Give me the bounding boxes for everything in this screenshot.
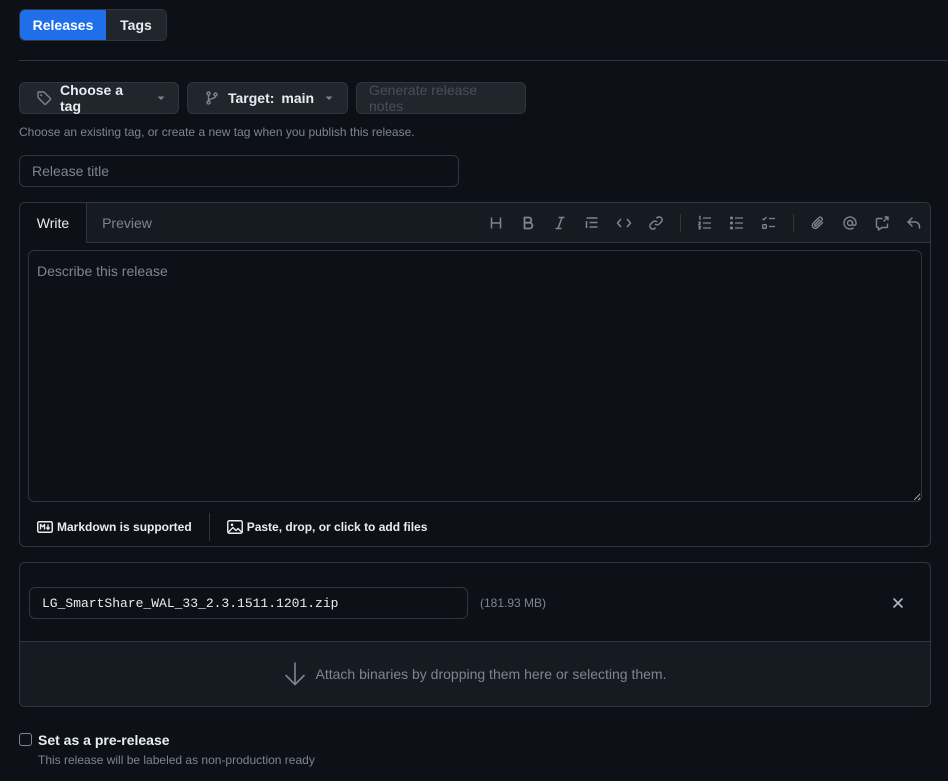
ordered-list-icon[interactable]	[689, 207, 721, 239]
attachment-size: (181.93 MB)	[480, 596, 547, 610]
link-icon[interactable]	[640, 207, 672, 239]
chevron-down-icon	[156, 93, 166, 103]
markdown-supported-link[interactable]: Markdown is supported	[37, 520, 192, 534]
release-title-input[interactable]	[19, 155, 459, 187]
release-description-textarea[interactable]	[28, 250, 922, 502]
editor-footer: Markdown is supported Paste, drop, or cl…	[20, 508, 930, 546]
task-list-icon[interactable]	[753, 207, 785, 239]
markdown-supported-label: Markdown is supported	[57, 520, 192, 534]
close-icon	[893, 598, 903, 608]
remove-attachment-button[interactable]	[886, 591, 910, 615]
add-files-button[interactable]: Paste, drop, or click to add files	[226, 520, 428, 534]
tab-tags[interactable]: Tags	[106, 10, 166, 40]
releases-tags-switch: Releases Tags	[19, 9, 167, 41]
bold-icon[interactable]	[512, 207, 544, 239]
reply-icon[interactable]	[898, 207, 930, 239]
tag-icon	[36, 90, 52, 106]
toolbar-divider	[680, 214, 681, 232]
heading-icon[interactable]	[480, 207, 512, 239]
git-branch-icon	[204, 90, 220, 106]
attachment-row: (181.93 MB)	[20, 563, 930, 642]
target-branch-name: main	[281, 90, 315, 106]
prerelease-note: This release will be labeled as non-prod…	[38, 753, 315, 767]
footer-divider	[208, 513, 210, 541]
add-files-label: Paste, drop, or click to add files	[246, 520, 428, 534]
unordered-list-icon[interactable]	[721, 207, 753, 239]
release-description-editor: Write Preview Describe this release Mark…	[19, 202, 931, 547]
tab-write[interactable]: Write	[20, 203, 87, 243]
mention-icon[interactable]	[834, 207, 866, 239]
cross-reference-icon[interactable]	[866, 207, 898, 239]
attachments-box: (181.93 MB) Attach binaries by dropping …	[19, 562, 931, 707]
header-divider	[19, 60, 948, 61]
attach-icon[interactable]	[802, 207, 834, 239]
binary-dropzone[interactable]: Attach binaries by dropping them here or…	[20, 642, 930, 706]
choose-tag-label: Choose a tag	[60, 82, 124, 114]
editor-header: Write Preview	[20, 203, 930, 243]
markdown-toolbar	[480, 203, 930, 243]
choose-tag-button[interactable]: Choose a tag	[19, 82, 179, 114]
target-branch-button[interactable]: Target: main	[187, 82, 348, 114]
tab-preview[interactable]: Preview	[90, 203, 164, 243]
italic-icon[interactable]	[544, 207, 576, 239]
toolbar-divider	[793, 214, 794, 232]
chevron-down-icon	[324, 93, 334, 103]
code-icon[interactable]	[608, 207, 640, 239]
prerelease-checkbox[interactable]	[19, 733, 32, 746]
dropzone-label: Attach binaries by dropping them here or…	[315, 666, 667, 682]
generate-release-notes-button[interactable]: Generate release notes	[356, 82, 526, 114]
tag-hint: Choose an existing tag, or create a new …	[19, 125, 415, 139]
quote-icon[interactable]	[576, 207, 608, 239]
tab-releases[interactable]: Releases	[20, 10, 106, 40]
target-prefix: Target:	[228, 90, 275, 106]
image-icon	[226, 520, 243, 534]
markdown-icon	[37, 521, 53, 533]
arrow-down-icon	[284, 662, 305, 686]
prerelease-label[interactable]: Set as a pre-release	[38, 732, 170, 748]
attachment-filename-input[interactable]	[29, 587, 468, 619]
